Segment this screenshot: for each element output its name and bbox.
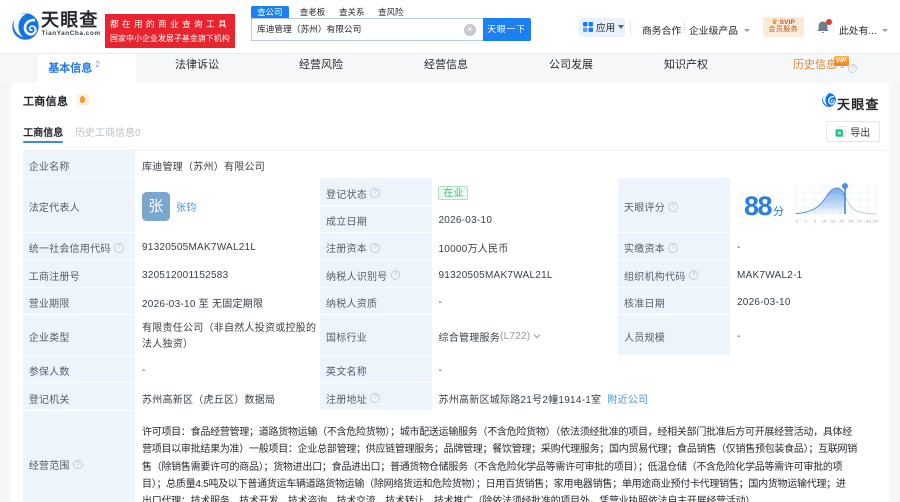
svg-text:15: 15 (822, 219, 827, 224)
svg-text:50: 50 (840, 219, 845, 224)
svg-text:65: 65 (849, 219, 854, 224)
svg-text:5: 5 (814, 219, 817, 224)
svg-text:0: 0 (796, 219, 799, 224)
svg-text:1: 1 (805, 219, 808, 224)
svg-text:87: 87 (858, 219, 863, 224)
svg-text:30: 30 (831, 219, 836, 224)
svg-text:100: 100 (872, 219, 878, 224)
svg-text:99: 99 (866, 219, 871, 224)
